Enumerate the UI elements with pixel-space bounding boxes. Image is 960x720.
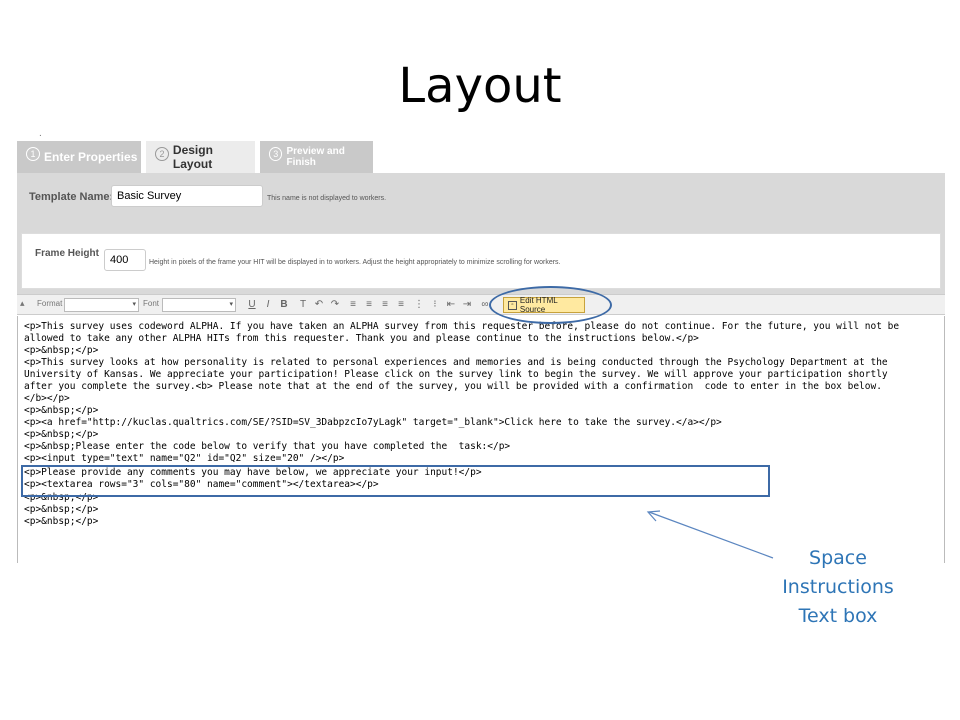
align-justify-icon[interactable]: ≡ [395, 298, 407, 311]
align-right-icon[interactable]: ≡ [379, 298, 391, 311]
code-line: <p>&nbsp;Please enter the code below to … [24, 441, 511, 452]
annotation-line-space: Space [809, 547, 867, 569]
italic-button[interactable]: I [262, 298, 274, 311]
html-source-editor[interactable]: <p>This survey uses codeword ALPHA. If y… [17, 316, 945, 563]
template-name-input[interactable]: Basic Survey [111, 185, 263, 207]
slide-title: Layout [398, 58, 562, 114]
toolbar-grip-icon: ▴ [20, 298, 25, 308]
code-line: University of Kansas. We appreciate your… [24, 369, 888, 380]
code-line: <p><a href="http://kuclas.qualtrics.com/… [24, 417, 722, 428]
tab-label: Enter Properties [44, 150, 138, 164]
annotation-line-textbox: Text box [798, 605, 878, 627]
format-label: Format [37, 299, 63, 308]
font-label: Font [143, 299, 160, 308]
align-center-icon[interactable]: ≡ [363, 298, 375, 311]
code-line: <p>&nbsp;</p> [24, 504, 99, 515]
code-line: <p>&nbsp;</p> [24, 429, 99, 440]
code-line: after you complete the survey.<b> Please… [24, 381, 882, 392]
undo-icon[interactable]: ↶ [313, 298, 325, 311]
step-1-icon: 1 [26, 147, 40, 161]
tab-preview-and-finish[interactable]: 3 Preview and Finish [260, 141, 373, 173]
format-select[interactable]: ▾ [64, 298, 139, 312]
code-line: allowed to take any other ALPHA HITs fro… [24, 333, 699, 344]
outdent-icon[interactable]: ⇤ [445, 298, 457, 311]
ordered-list-icon[interactable]: ⋮ [413, 298, 425, 311]
redo-icon[interactable]: ↷ [329, 298, 341, 311]
step-3-icon: 3 [269, 147, 283, 161]
instructions-textbox-highlight-rect [21, 465, 770, 497]
code-line: </b></p> [24, 393, 70, 404]
code-line: <p>&nbsp;</p> [24, 405, 99, 416]
step-2-icon: 2 [155, 147, 169, 161]
tab-label: Design Layout [172, 143, 213, 171]
frame-height-label: Frame Height [35, 248, 99, 259]
code-line: <p>&nbsp;</p> [24, 345, 99, 356]
code-line: <p>This survey uses codeword ALPHA. If y… [24, 321, 900, 332]
align-left-icon[interactable]: ≡ [347, 298, 359, 311]
hit-designer-screenshot: . 1 Enter Properties 2 Design Layout 3 P… [17, 128, 945, 563]
underline-button[interactable]: U [246, 298, 258, 311]
annotation-line-instructions: Instructions [782, 576, 894, 598]
chevron-down-icon: ▾ [132, 301, 136, 308]
tab-label: Preview and Finish [286, 146, 345, 168]
annotation-callout: Space Instructions Text box [770, 544, 906, 631]
unordered-list-icon[interactable]: ⁝ [429, 298, 441, 311]
template-name-hint: This name is not displayed to workers. [267, 195, 387, 202]
tab-enter-properties[interactable]: 1 Enter Properties [17, 141, 141, 173]
code-line: <p>This survey looks at how personality … [24, 357, 888, 368]
annotation-arrow [646, 510, 774, 559]
bold-button[interactable]: B [278, 298, 290, 311]
frame-height-input[interactable]: 400 [104, 249, 146, 271]
indent-icon[interactable]: ⇥ [461, 298, 473, 311]
template-name-label: Template Name: [29, 191, 114, 203]
font-select[interactable]: ▾ [162, 298, 236, 312]
wizard-tabs: 1 Enter Properties 2 Design Layout 3 Pre… [17, 141, 945, 173]
code-line: <p>&nbsp;</p> [24, 516, 99, 527]
chevron-down-icon: ▾ [229, 301, 233, 308]
code-line: <p><input type="text" name="Q2" id="Q2" … [24, 453, 345, 464]
clear-format-icon[interactable]: T [297, 298, 309, 311]
edit-html-source-highlight-circle [489, 286, 612, 324]
frame-height-hint: Height in pixels of the frame your HIT w… [149, 259, 561, 266]
decorative-dot: . [39, 128, 42, 139]
editor-toolbar: ▴ Format ▾ Font ▾ U I B T ↶ ↷ ≡ ≡ ≡ ≡ ⋮ … [17, 294, 945, 315]
tab-design-layout[interactable]: 2 Design Layout [146, 141, 255, 173]
